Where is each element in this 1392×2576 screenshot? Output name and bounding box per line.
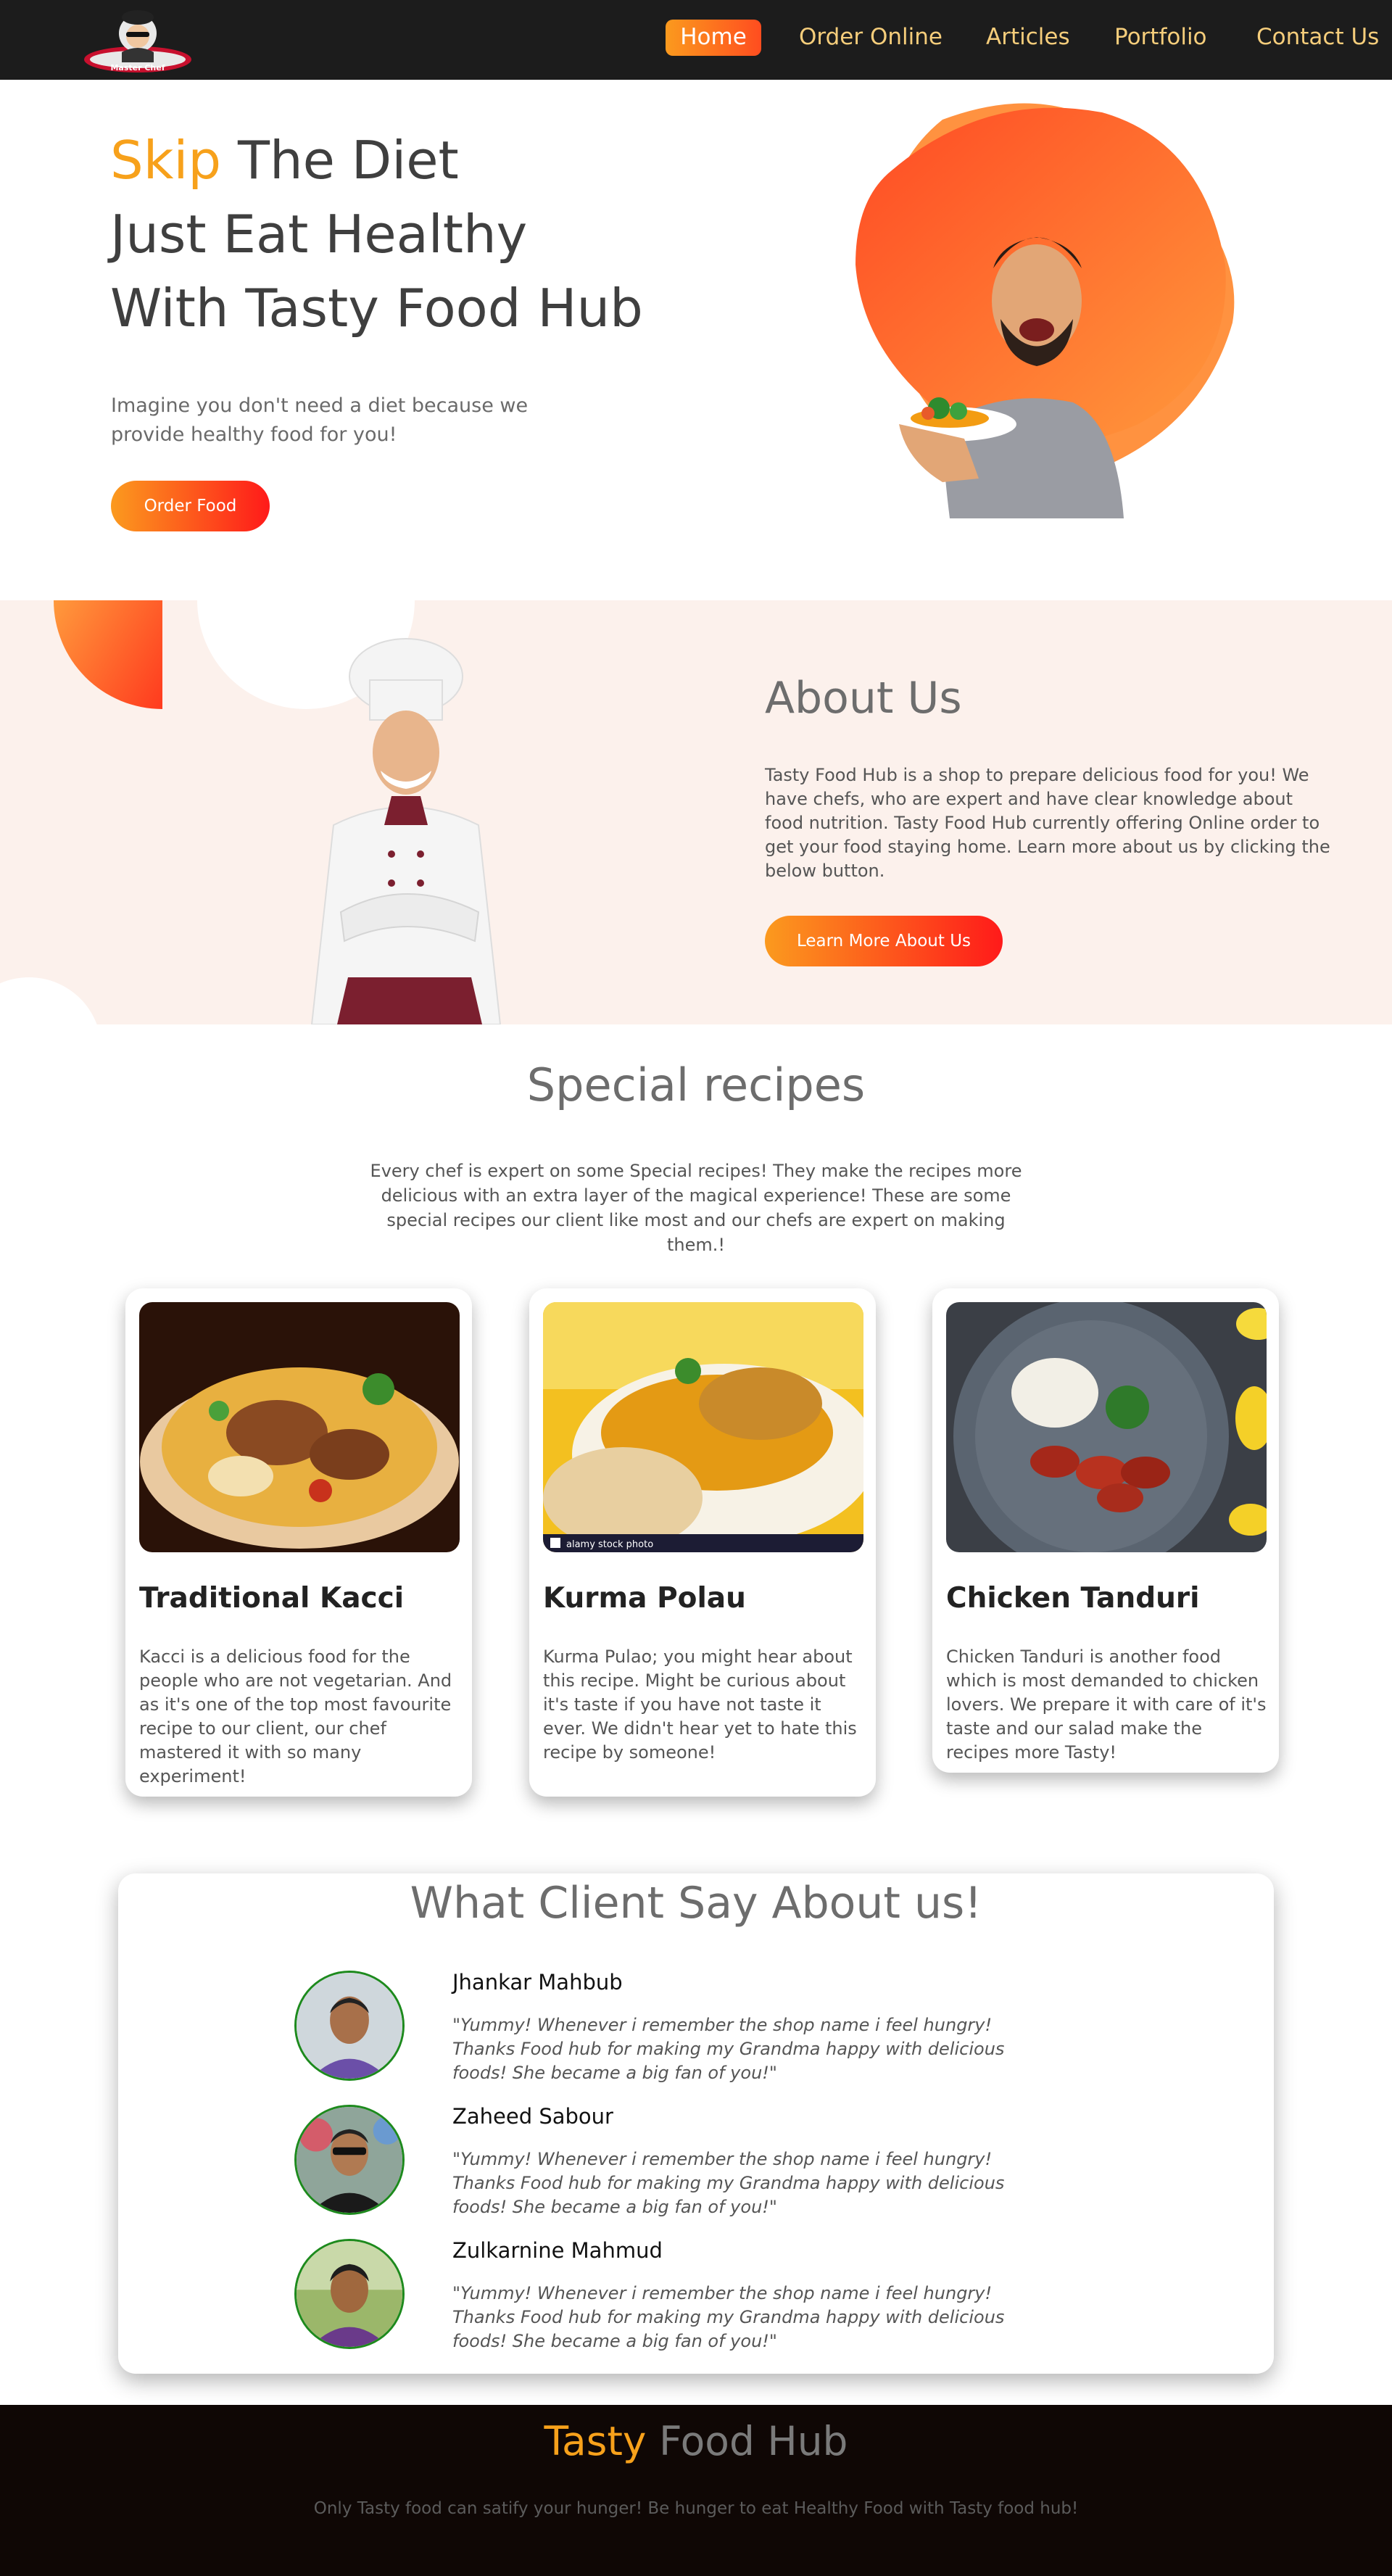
- footer-description: Only Tasty food can satify your hunger! …: [313, 2499, 1079, 2518]
- hero-title: Skip The Diet Just Eat Healthy With Tast…: [110, 123, 643, 345]
- avatar-zulkarnine-mahmud: [294, 2239, 405, 2349]
- hero-title-line1: The Diet: [221, 130, 459, 191]
- recipe-card-title: Chicken Tanduri: [946, 1582, 1200, 1615]
- about-title: About Us: [765, 673, 962, 724]
- nav-articles-link[interactable]: Articles: [986, 20, 1070, 56]
- about-description: Tasty Food Hub is a shop to prepare deli…: [765, 765, 1330, 881]
- hero-title-line3: With Tasty Food Hub: [110, 278, 643, 339]
- special-recipes-title: Special recipes: [526, 1059, 866, 1111]
- order-food-button[interactable]: Order Food: [111, 481, 270, 531]
- nav-portfolio-link[interactable]: Portfolio: [1114, 20, 1207, 56]
- recipe-card-title: Traditional Kacci: [139, 1582, 405, 1615]
- footer-title: Tasty Food Hub: [0, 2418, 1392, 2464]
- recipe-card-text: Kacci is a delicious food for the people…: [139, 1647, 452, 1786]
- traditional-kacci-image: [139, 1302, 460, 1552]
- special-recipes-description: Every chef is expert on some Special rec…: [370, 1161, 1022, 1255]
- testimonials-section: What Client Say About us! Jhankar Mahbub…: [118, 1873, 1274, 2374]
- hero-title-accent: Skip: [110, 130, 222, 191]
- chef-image: [310, 638, 502, 1024]
- learn-more-about-us-button[interactable]: Learn More About Us: [765, 916, 1003, 966]
- hero-man-eating-image: [856, 103, 1235, 518]
- top-navbar: Master Chef Home Order Online Articles P…: [0, 0, 1392, 80]
- footer-title-accent: Tasty: [544, 2418, 647, 2464]
- recipe-card-text: Chicken Tanduri is another food which is…: [946, 1647, 1267, 1763]
- nav-contact-us-link[interactable]: Contact Us: [1256, 20, 1379, 56]
- recipe-card-kurma-polau[interactable]: alamy stock photo Kurma Polau Kurma Pula…: [529, 1288, 876, 1797]
- decorative-white-circle: [0, 977, 102, 1024]
- footer: Tasty Food Hub Only Tasty food can satif…: [0, 2405, 1392, 2576]
- testimonial-name: Zaheed Sabour: [452, 2104, 613, 2129]
- recipe-card-traditional-kacci[interactable]: Traditional Kacci Kacci is a delicious f…: [125, 1288, 472, 1797]
- testimonial-quote: "Yummy! Whenever i remember the shop nam…: [452, 2283, 1005, 2351]
- nav-order-online-link[interactable]: Order Online: [799, 20, 942, 56]
- kurma-polau-image: alamy stock photo: [543, 1302, 863, 1552]
- master-chef-logo[interactable]: Master Chef: [80, 1, 196, 77]
- hero-description: Imagine you don't need a diet because we…: [111, 394, 529, 446]
- testimonial-name: Jhankar Mahbub: [452, 1970, 623, 1995]
- decorative-quarter-circle: [54, 600, 162, 709]
- chicken-tanduri-image: [946, 1302, 1267, 1552]
- testimonial-name: Zulkarnine Mahmud: [452, 2238, 663, 2263]
- recipe-card-text: Kurma Pulao; you might hear about this r…: [543, 1647, 857, 1763]
- nav-home-link[interactable]: Home: [666, 20, 761, 56]
- alamy-watermark-text: alamy stock photo: [566, 1539, 653, 1550]
- testimonial-quote: "Yummy! Whenever i remember the shop nam…: [452, 2149, 1005, 2217]
- avatar-jhankar-mahbub: [294, 1971, 405, 2081]
- recipe-card-title: Kurma Polau: [543, 1582, 746, 1615]
- testimonials-title: What Client Say About us!: [410, 1878, 982, 1929]
- avatar-zaheed-sabour: [294, 2105, 405, 2215]
- about-section: About Us Tasty Food Hub is a shop to pre…: [0, 600, 1392, 1024]
- recipe-card-chicken-tanduri[interactable]: Chicken Tanduri Chicken Tanduri is anoth…: [932, 1288, 1279, 1773]
- hero-title-line2: Just Eat Healthy: [110, 204, 528, 265]
- testimonial-quote: "Yummy! Whenever i remember the shop nam…: [452, 2015, 1005, 2083]
- footer-title-rest: Food Hub: [646, 2418, 848, 2464]
- logo-text: Master Chef: [110, 63, 165, 73]
